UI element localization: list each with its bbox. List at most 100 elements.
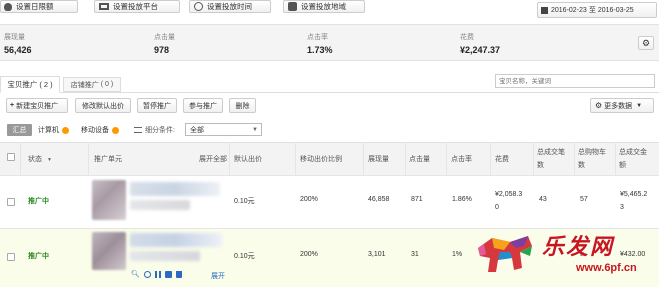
new-promotion-button[interactable]: + 新建宝贝推广 (6, 98, 68, 113)
join-promotion-button[interactable]: 参与推广 (183, 98, 223, 113)
money-bag-icon (4, 2, 12, 11)
search-input[interactable] (496, 75, 654, 87)
tab-label: 宝贝推广 (7, 80, 38, 89)
pause-icon[interactable] (154, 270, 161, 278)
row-total-amount: ¥5,465.2 3 (620, 191, 648, 211)
product-title-redacted (130, 233, 222, 247)
row-cost: ¥2,058.3 0 (495, 191, 523, 211)
header-cost: 花费 (495, 156, 509, 163)
bull-logo-icon (478, 236, 532, 272)
header-impressions: 展现量 (368, 156, 389, 163)
row-default-bid[interactable]: 0.10元 (234, 251, 255, 261)
header-unit: 推广单元 (94, 156, 122, 163)
pause-promotion-button[interactable]: 暂停推广 (137, 98, 177, 113)
table-row[interactable]: 推广中 0.10元 200% 46,858 871 1.86% ¥2,058.3… (0, 176, 659, 229)
segment-label-wrap: 细分条件: (134, 124, 175, 136)
watermark-logo (470, 228, 540, 280)
product-subtitle-redacted (130, 251, 200, 261)
join-promotion-label: 参与推广 (189, 102, 217, 110)
trash-icon[interactable] (175, 270, 182, 278)
stats-bar: 展现量 56,426 点击量 978 点击率 1.73% 花费 ¥2,247.3… (0, 24, 659, 61)
tab-item-promotion[interactable]: 宝贝推广 ( 2 ) (0, 76, 60, 93)
row-expand-link[interactable]: 展开 (211, 271, 225, 281)
set-region-label: 设置投放地域 (301, 2, 346, 11)
search-icon[interactable]: 🔍︎ (131, 270, 140, 278)
computer-filter-label: 计算机 (38, 127, 59, 134)
stat-cost: 花费 ¥2,247.37 (460, 32, 500, 55)
info-icon (62, 126, 69, 134)
set-platform-label: 设置投放平台 (113, 2, 158, 11)
product-subtitle-redacted (130, 200, 190, 210)
globe-icon[interactable] (143, 270, 151, 278)
row-impressions: 3,101 (368, 251, 386, 258)
date-separator: 至 (588, 7, 596, 14)
stat-clicks: 点击量 978 (154, 32, 175, 55)
edit-default-bid-label: 修改默认出价 (82, 102, 124, 110)
stat-label: 点击率 (307, 34, 328, 41)
delete-label: 删除 (235, 102, 250, 110)
header-ctr: 点击率 (451, 156, 472, 163)
row-checkbox[interactable] (7, 253, 15, 261)
gear-icon: ⚙ (641, 37, 651, 48)
row-default-bid[interactable]: 0.10元 (234, 196, 255, 206)
stat-label: 花费 (460, 34, 474, 41)
header-status[interactable]: 状态 ▼ (28, 151, 52, 169)
row-status: 推广中 (28, 198, 49, 205)
stat-value: ¥2,247.37 (460, 45, 501, 55)
select-all-checkbox[interactable] (7, 153, 15, 161)
set-platform-button[interactable]: 设置投放平台 (94, 0, 180, 13)
date-range-picker[interactable]: 2016-02-23 至 2016-03-25 (537, 2, 657, 18)
segment-label: 细分条件: (145, 127, 175, 134)
sort-down-icon: ▼ (46, 157, 52, 163)
edit-default-bid-button[interactable]: 修改默认出价 (75, 98, 131, 113)
product-thumbnail[interactable] (92, 232, 126, 270)
stat-ctr: 点击率 1.73% (307, 32, 333, 55)
stats-settings-button[interactable]: ⚙ (638, 36, 654, 50)
more-data-button[interactable]: ⚙ 更多数据 ▼ (590, 98, 654, 113)
calendar-icon (541, 6, 548, 14)
product-thumbnail[interactable] (92, 180, 126, 220)
product-title-redacted (130, 182, 220, 196)
list-icon (134, 127, 142, 133)
set-daily-limit-button[interactable]: 设置日限额 (0, 0, 78, 13)
row-ctr: 1.86% (452, 196, 472, 203)
stat-value: 1.73% (307, 45, 333, 55)
stat-impressions: 展现量 56,426 (4, 32, 32, 55)
header-clicks: 点击量 (409, 156, 430, 163)
row-checkbox[interactable] (7, 198, 15, 206)
map-icon (288, 2, 297, 11)
row-impressions: 46,858 (368, 196, 390, 203)
header-total-carts: 总购物车 数 (578, 149, 606, 169)
set-region-button[interactable]: 设置投放地域 (283, 0, 365, 13)
header-mobile-ratio: 移动出价比例 (300, 156, 342, 163)
plus-icon: + (10, 102, 15, 109)
header-default-bid: 默认出价 (234, 156, 262, 163)
tab-store-promotion[interactable]: 店铺推广 ( 0 ) (63, 77, 121, 92)
delete-button[interactable]: 删除 (229, 98, 256, 113)
summary-filter-button[interactable]: 汇总 (7, 124, 32, 136)
tab-count: ( 0 ) (100, 81, 114, 88)
chevron-down-icon: ▼ (252, 126, 258, 133)
row-mobile-ratio: 200% (300, 196, 318, 203)
date-start: 2016-02-23 (551, 6, 587, 14)
row-ctr: 1% (452, 251, 463, 258)
expand-all-link[interactable]: 展开全部 (199, 151, 227, 168)
set-time-button[interactable]: 设置投放时间 (189, 0, 271, 13)
summary-filter-label: 汇总 (12, 127, 27, 134)
row-action-icons: 🔍︎ (131, 270, 182, 278)
report-icon[interactable] (164, 270, 172, 278)
search-box[interactable] (495, 74, 655, 88)
watermark-brand: 乐发网 (542, 234, 615, 260)
more-data-label: 更多数据 (604, 102, 633, 110)
set-daily-limit-label: 设置日限额 (16, 2, 54, 11)
segment-select[interactable]: 全部 ▼ (185, 123, 262, 136)
set-time-label: 设置投放时间 (207, 2, 252, 11)
gear-icon: ⚙ (595, 100, 603, 110)
table-header: 状态 ▼ 推广单元 展开全部 默认出价 移动出价比例 展现量 点击量 点击率 花… (0, 142, 659, 176)
computer-filter-button[interactable]: 计算机 (38, 124, 69, 136)
mobile-filter-button[interactable]: 移动设备 (81, 124, 119, 136)
row-total-deals: 43 (539, 196, 547, 203)
mobile-filter-label: 移动设备 (81, 127, 109, 134)
tab-label: 店铺推广 (70, 81, 99, 89)
watermark-url: www.6pf.cn (576, 262, 637, 274)
